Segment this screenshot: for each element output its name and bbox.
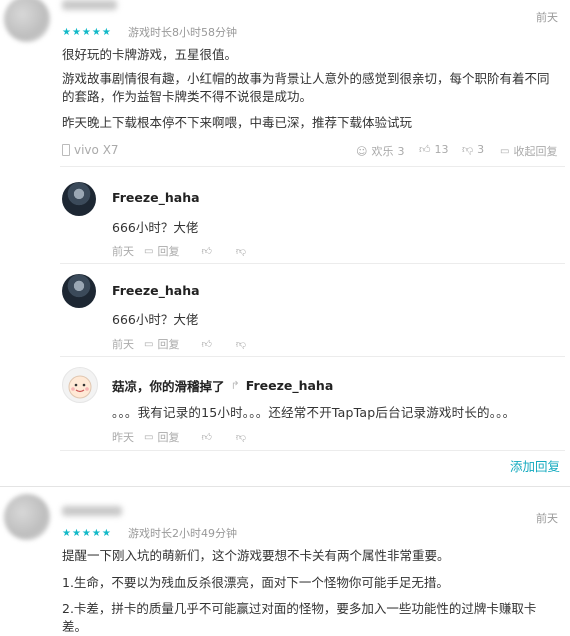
collapse-replies-button[interactable]: ▭ 收起回复 (500, 143, 557, 159)
phone-icon (62, 144, 70, 156)
reply-button[interactable]: ▭ 回复 (144, 336, 179, 352)
divider (60, 356, 565, 357)
thumbs-up-icon: 👍︎ (419, 143, 431, 156)
reply-username[interactable]: Freeze_haha (112, 190, 200, 205)
divider (60, 450, 565, 451)
reply-actions: 昨天 ▭ 回复 👍︎ 👎︎ (112, 429, 246, 445)
fun-count: 3 (397, 144, 405, 158)
review-paragraph: 提醒一下刚入坑的萌新们，这个游戏要想不卡关有两个属性非常重要。 (62, 548, 450, 563)
reply-button[interactable]: ▭ 回复 (144, 243, 179, 259)
thumbs-down-icon[interactable]: 👎︎ (236, 338, 246, 350)
upvote-count: 13 (434, 143, 449, 156)
reviewer-name[interactable] (62, 506, 122, 516)
review-date: 前天 (536, 512, 558, 525)
reply-date: 前天 (112, 338, 134, 351)
rating-stars: ★★★★★ (62, 27, 112, 38)
smile-icon: ☺ (356, 144, 368, 158)
divider (60, 263, 565, 264)
reply-actions: 前天 ▭ 回复 👍︎ 👎︎ (112, 336, 246, 352)
reply-label: 回复 (157, 431, 180, 444)
reply-icon: ▭ (500, 145, 510, 157)
cartoon-face-icon (68, 375, 92, 399)
thumbs-down-icon[interactable]: 👎︎ (236, 431, 246, 443)
playtime-label: 游戏时长2小时49分钟 (128, 527, 237, 540)
reply-text: 666小时？大佬 (112, 312, 199, 327)
comment-icon: ▭ (144, 431, 154, 443)
thumbs-down-icon: 👎︎ (462, 143, 474, 156)
reply-actions: 前天 ▭ 回复 👍︎ 👎︎ (112, 243, 246, 259)
reply-arrow-icon: ↱ (230, 379, 240, 392)
review-paragraph: 1.生命，不要以为残血反杀很漂亮，面对下一个怪物你可能手足无措。 (62, 575, 449, 590)
thumbs-up-icon[interactable]: 👍︎ (201, 245, 211, 257)
reply-date: 昨天 (112, 431, 134, 444)
reply-label: 回复 (157, 338, 180, 351)
reply-username[interactable]: Freeze_haha (112, 283, 200, 298)
device-label: vivo X7 (74, 143, 119, 157)
review-date: 前天 (536, 11, 558, 24)
playtime-label: 游戏时长8小时58分钟 (128, 26, 237, 39)
review-paragraph: 很好玩的卡牌游戏，五星很值。 (62, 47, 238, 62)
reply-header: 菇凉，你的滑稽掉了 ↱ Freeze_haha (112, 376, 333, 395)
reply-date: 前天 (112, 245, 134, 258)
review-paragraph: 2.卡差，拼卡的质量几乎不可能赢过对面的怪物，要多加入一些功能性的过牌卡赚取卡差… (62, 601, 537, 634)
reply-text: 。。。我有记录的15小时。。。还经常不开TapTap后台记录游戏时长的。。。 (112, 405, 516, 420)
thumbs-up-icon[interactable]: 👍︎ (201, 338, 211, 350)
comment-icon: ▭ (144, 245, 154, 257)
divider (60, 166, 565, 167)
rating-stars: ★★★★★ (62, 528, 112, 539)
reviewer-name[interactable] (62, 0, 117, 10)
fun-button[interactable]: ☺ 欢乐 3 (356, 143, 404, 159)
review-paragraph: 游戏故事剧情很有趣，小红帽的故事为背景让人意外的感觉到很亲切，每个职阶有着不同的… (62, 71, 550, 104)
reply-avatar[interactable] (62, 182, 96, 216)
review-paragraph: 昨天晚上下载根本停不下来啊喂，中毒已深，推荐下载体验试玩 (62, 115, 413, 130)
downvote-count: 3 (477, 143, 485, 156)
downvote-button[interactable]: 👎︎ 3 (462, 143, 484, 156)
collapse-label: 收起回复 (513, 145, 558, 158)
fun-label: 欢乐 (371, 145, 394, 158)
reply-label: 回复 (157, 245, 180, 258)
reply-avatar[interactable] (62, 367, 98, 403)
reviewer-avatar[interactable] (4, 494, 50, 540)
thumbs-up-icon[interactable]: 👍︎ (201, 431, 211, 443)
reply-to-username[interactable]: Freeze_haha (246, 378, 334, 393)
upvote-button[interactable]: 👍︎ 13 (419, 143, 449, 156)
device-info: vivo X7 (62, 143, 119, 157)
reply-avatar[interactable] (62, 274, 96, 308)
divider (0, 486, 570, 487)
add-reply-button[interactable]: 添加回复 (510, 456, 560, 475)
reviewer-avatar[interactable] (4, 0, 50, 42)
reply-button[interactable]: ▭ 回复 (144, 429, 179, 445)
comment-icon: ▭ (144, 338, 154, 350)
thumbs-down-icon[interactable]: 👎︎ (236, 245, 246, 257)
reply-username[interactable]: 菇凉，你的滑稽掉了 (112, 376, 225, 395)
reply-text: 666小时？大佬 (112, 220, 199, 235)
